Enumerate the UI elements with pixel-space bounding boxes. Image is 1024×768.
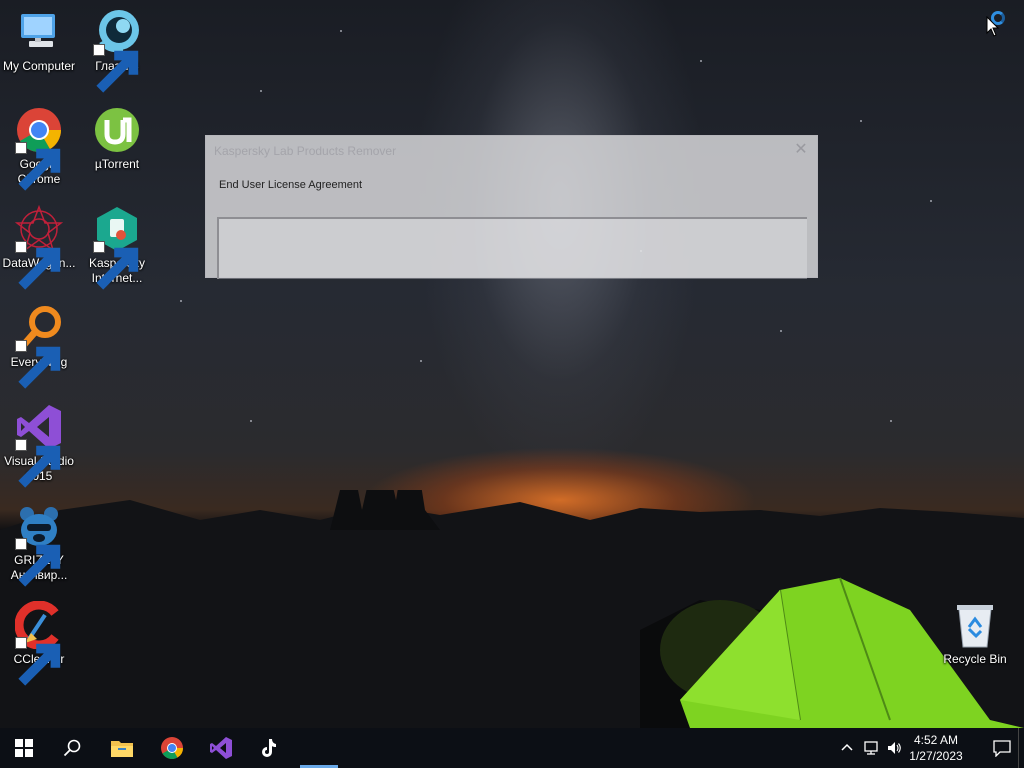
chrome-icon <box>161 737 183 759</box>
show-desktop-button[interactable] <box>1018 728 1024 768</box>
taskbar-tiktok[interactable] <box>245 728 293 768</box>
taskbar-clock[interactable]: 4:52 AM 1/27/2023 <box>906 732 966 764</box>
taskbar-file-explorer[interactable] <box>98 728 146 768</box>
desktop-icon-grizzly-antivirus[interactable]: GRIZZLY Антивир... <box>0 502 78 587</box>
taskbar-chrome[interactable] <box>148 728 196 768</box>
shortcut-arrow-icon <box>15 340 61 389</box>
desktop-icon-visual-studio[interactable]: Visual Studio 2015 <box>0 403 78 488</box>
desktop-icon-glaz-tv[interactable]: Глаз.ТВ <box>78 8 156 93</box>
shortcut-arrow-icon <box>15 637 61 686</box>
shortcut-arrow-icon <box>93 241 139 290</box>
desktop-icon-utorrent[interactable]: µTorrent <box>78 106 156 172</box>
shortcut-arrow-icon <box>15 142 61 191</box>
mouse-cursor-icon <box>986 16 1000 37</box>
taskbar: 4:52 AM 1/27/2023 <box>0 728 1024 768</box>
chevron-up-icon <box>841 743 853 751</box>
taskbar-search-button[interactable] <box>48 728 96 768</box>
desktop-icon-datawagon[interactable]: DataWagon... <box>0 205 78 290</box>
visual-studio-icon <box>210 737 232 759</box>
start-windows-icon <box>15 739 33 757</box>
show-hidden-icons-button[interactable] <box>839 740 855 756</box>
volume-icon <box>888 742 901 754</box>
close-icon[interactable]: ✕ <box>791 140 811 160</box>
icon-label: Recycle Bin <box>943 652 1007 666</box>
recycle-bin-icon <box>957 605 993 648</box>
desktop-icon-recycle-bin[interactable]: Recycle Bin <box>936 601 1014 667</box>
taskbar-visual-studio[interactable] <box>197 728 245 768</box>
clock-time: 4:52 AM <box>913 733 959 747</box>
shortcut-arrow-icon <box>15 538 61 587</box>
computer-icon <box>21 14 55 47</box>
volume-button[interactable] <box>886 740 902 756</box>
dialog-title: Kaspersky Lab Products Remover <box>214 144 397 158</box>
desktop-icon-ccleaner[interactable]: CCleaner <box>0 601 78 686</box>
start-button[interactable] <box>0 728 48 768</box>
utorrent-icon <box>95 108 139 152</box>
desktop-icon-everything[interactable]: Everything <box>0 304 78 389</box>
clock-date: 1/27/2023 <box>909 749 963 763</box>
icon-label: My Computer <box>2 59 76 73</box>
eula-text-area[interactable] <box>217 217 807 279</box>
file-explorer-icon <box>111 741 133 757</box>
shortcut-arrow-icon <box>15 241 61 290</box>
shortcut-arrow-icon <box>15 439 61 488</box>
action-center-icon <box>993 740 1011 758</box>
kaspersky-remover-dialog[interactable]: Kaspersky Lab Products Remover ✕ End Use… <box>205 135 818 279</box>
eula-heading: End User License Agreement <box>219 179 363 191</box>
action-center-button[interactable] <box>992 739 1012 758</box>
icon-label: µTorrent <box>94 157 140 171</box>
network-button[interactable] <box>863 740 879 756</box>
search-icon <box>63 739 81 757</box>
tiktok-icon <box>262 739 276 757</box>
desktop-icon-google-chrome[interactable]: Google Chrome <box>0 106 78 191</box>
desktop-icon-kaspersky[interactable]: Kaspersky Internet... <box>78 205 156 290</box>
network-icon <box>864 741 878 755</box>
desktop-icon-my-computer[interactable]: My Computer <box>0 8 78 74</box>
shortcut-arrow-icon <box>93 44 139 93</box>
